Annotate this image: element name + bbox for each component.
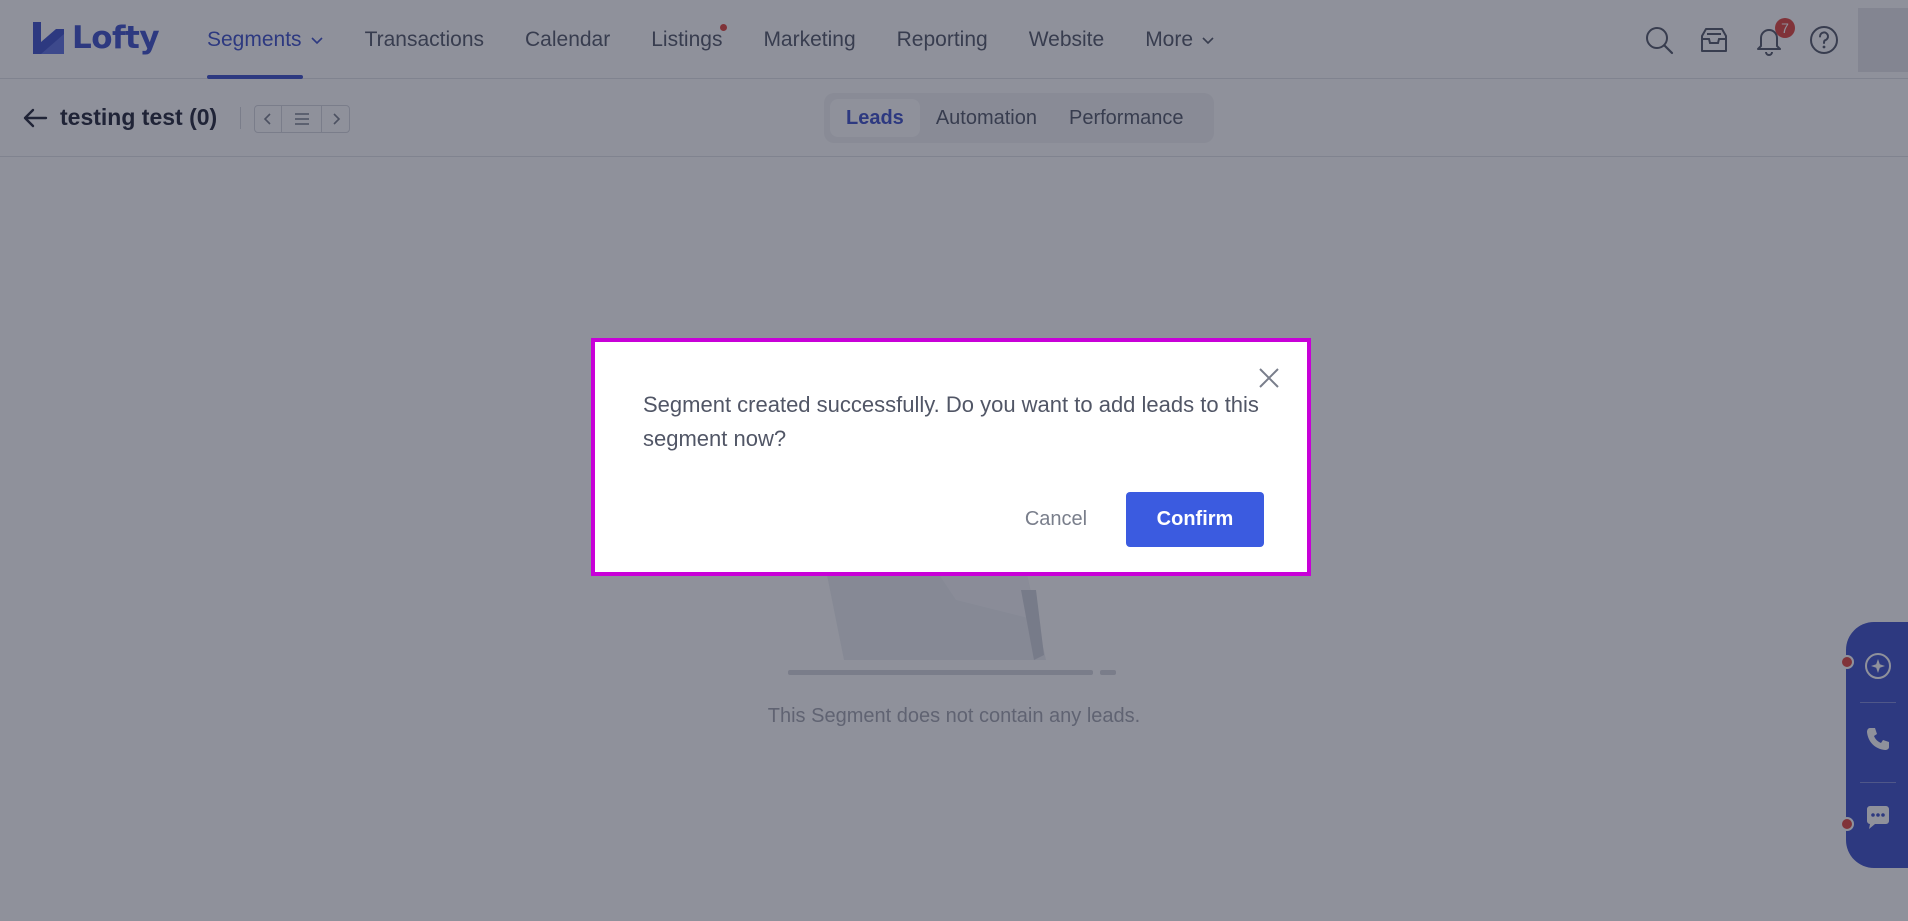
confirm-button[interactable]: Confirm (1126, 492, 1264, 547)
dialog-message: Segment created successfully. Do you wan… (643, 392, 1259, 451)
segment-created-dialog: Segment created successfully. Do you wan… (591, 338, 1311, 576)
cancel-button[interactable]: Cancel (1001, 492, 1111, 546)
close-icon[interactable] (1257, 366, 1281, 390)
